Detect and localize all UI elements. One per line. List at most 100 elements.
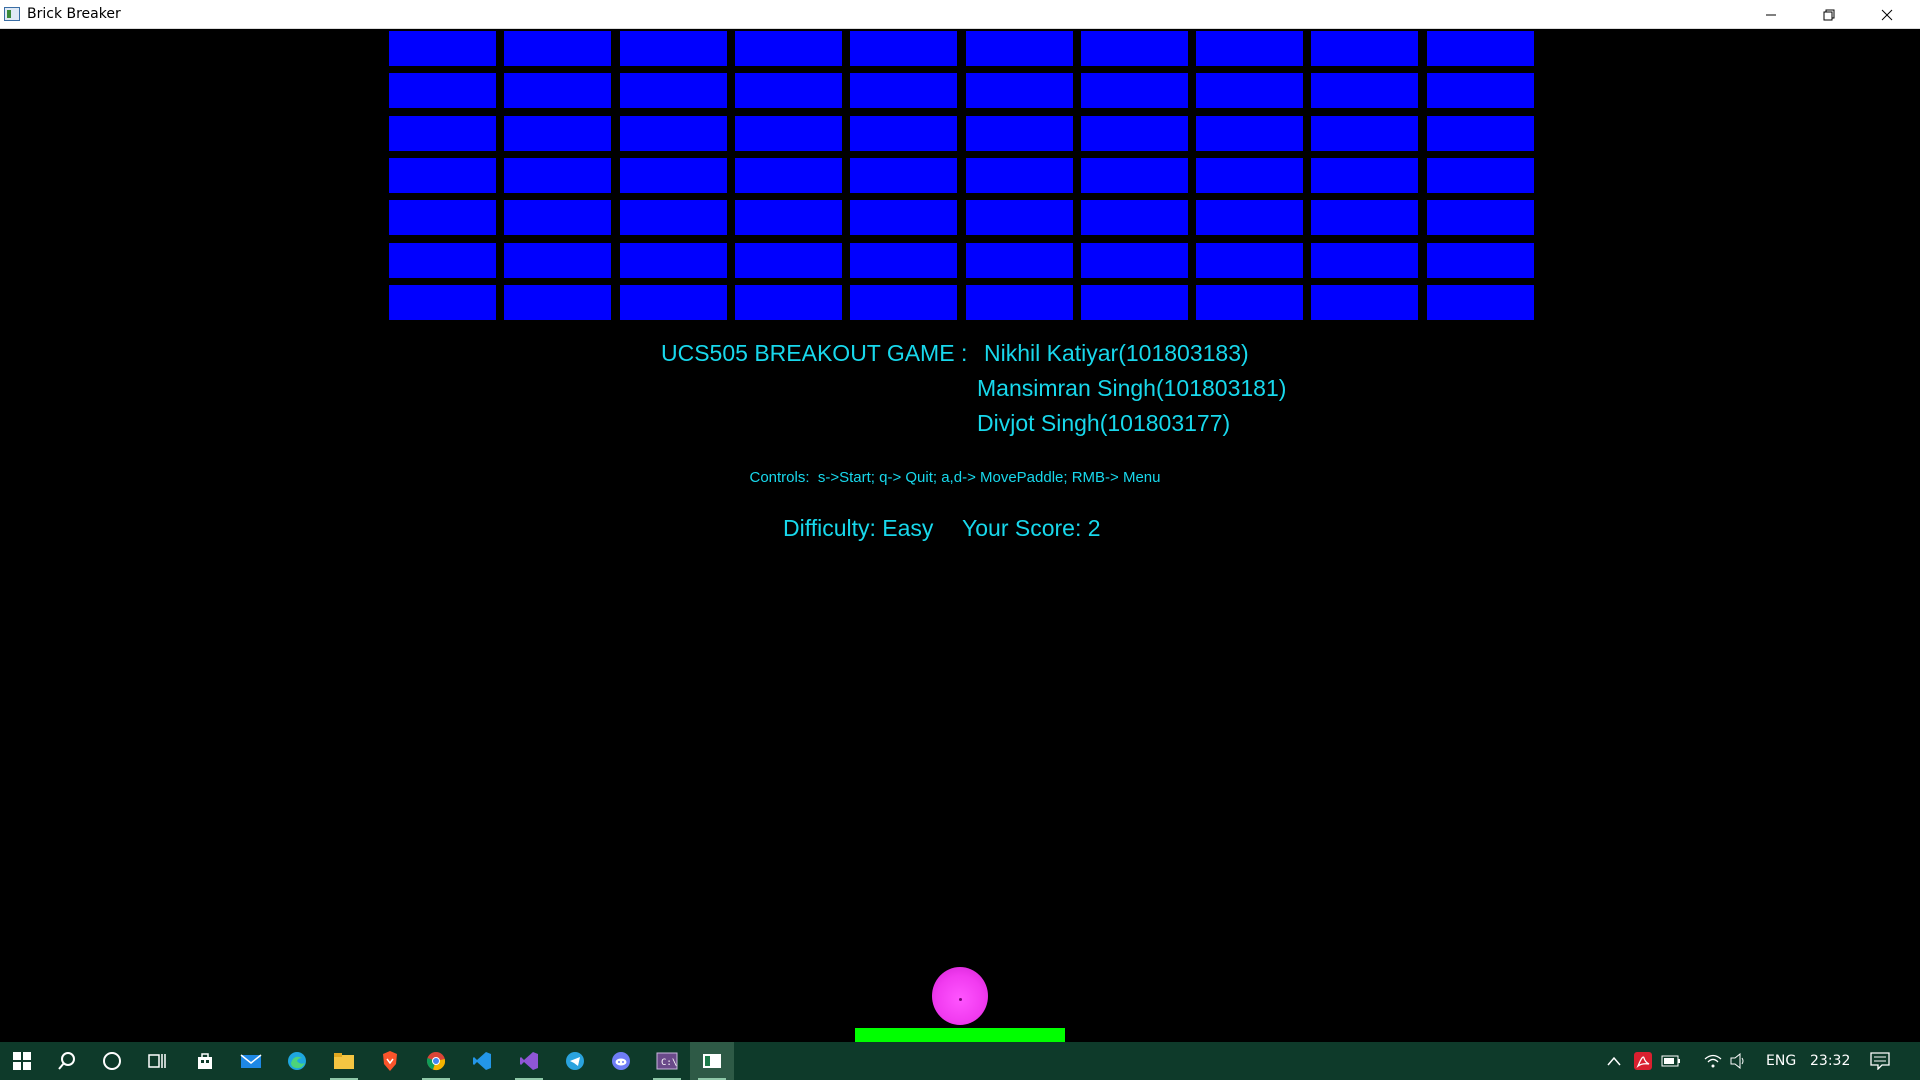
brick xyxy=(966,31,1073,66)
discord-icon xyxy=(612,1052,630,1070)
ball xyxy=(932,967,988,1025)
brick xyxy=(1081,31,1188,66)
brick xyxy=(620,158,727,193)
game-canvas[interactable]: UCS505 BREAKOUT GAME : Nikhil Katiyar(10… xyxy=(0,29,1920,1042)
taskbar-vscode[interactable] xyxy=(460,1042,504,1080)
credits-author-3: Divjot Singh(101803177) xyxy=(977,410,1231,436)
tray-acrobat[interactable] xyxy=(1630,1042,1656,1080)
brick xyxy=(735,243,842,278)
brick xyxy=(620,200,727,235)
brick xyxy=(735,116,842,151)
taskbar-brave[interactable] xyxy=(368,1042,412,1080)
visual-studio-icon xyxy=(520,1052,538,1070)
brick xyxy=(1196,158,1303,193)
brave-icon xyxy=(383,1051,397,1071)
taskbar-brick-breaker[interactable] xyxy=(690,1042,734,1080)
brick xyxy=(1081,285,1188,320)
chevron-up-icon xyxy=(1607,1056,1621,1066)
credits-author-1: Nikhil Katiyar(101803183) xyxy=(984,340,1249,366)
brick xyxy=(1311,285,1418,320)
brick xyxy=(504,158,611,193)
taskbar-console[interactable]: C:\ xyxy=(645,1042,689,1080)
brick xyxy=(1196,200,1303,235)
action-center-button[interactable] xyxy=(1860,1042,1900,1080)
brick xyxy=(620,73,727,108)
brick xyxy=(1081,116,1188,151)
taskbar-cortana[interactable] xyxy=(90,1042,134,1080)
tray-battery[interactable] xyxy=(1658,1042,1684,1080)
restore-button[interactable] xyxy=(1800,0,1858,29)
tray-network[interactable] xyxy=(1700,1042,1726,1080)
tray-volume[interactable] xyxy=(1726,1042,1752,1080)
brick xyxy=(1427,285,1534,320)
close-button[interactable] xyxy=(1858,0,1916,29)
brick xyxy=(1311,243,1418,278)
brick xyxy=(850,285,957,320)
window-title: Brick Breaker xyxy=(27,6,121,22)
brick xyxy=(850,200,957,235)
brick xyxy=(504,243,611,278)
brick xyxy=(1427,31,1534,66)
brick xyxy=(1196,285,1303,320)
controls-help: Controls: s->Start; q-> Quit; a,d-> Move… xyxy=(749,469,1161,486)
taskbar-mail[interactable] xyxy=(229,1042,273,1080)
mail-icon xyxy=(240,1054,262,1068)
brick xyxy=(1427,200,1534,235)
brick xyxy=(1427,158,1534,193)
brick xyxy=(1196,243,1303,278)
brick xyxy=(1081,158,1188,193)
paddle[interactable] xyxy=(855,1028,1065,1042)
brick xyxy=(1427,73,1534,108)
brick xyxy=(850,31,957,66)
minimize-button[interactable] xyxy=(1742,0,1800,29)
start-button[interactable] xyxy=(0,1042,44,1080)
taskbar-discord[interactable] xyxy=(599,1042,643,1080)
tray-clock[interactable]: 23:32 xyxy=(1810,1053,1850,1069)
taskbar-edge[interactable] xyxy=(275,1042,319,1080)
edge-icon xyxy=(288,1052,306,1070)
brick xyxy=(1081,73,1188,108)
brick xyxy=(620,116,727,151)
battery-icon xyxy=(1661,1055,1680,1067)
brick xyxy=(735,31,842,66)
tray-overflow[interactable] xyxy=(1602,1042,1626,1080)
brick xyxy=(966,285,1073,320)
taskbar-chrome[interactable] xyxy=(414,1042,458,1080)
brick xyxy=(735,285,842,320)
search-icon xyxy=(58,1052,75,1070)
brick xyxy=(389,200,496,235)
brick xyxy=(735,158,842,193)
taskbar-task-view[interactable] xyxy=(135,1042,179,1080)
brick xyxy=(620,31,727,66)
taskbar-store[interactable] xyxy=(183,1042,227,1080)
brick xyxy=(1427,243,1534,278)
close-icon xyxy=(1881,9,1893,20)
score-label: Your Score: 2 xyxy=(962,515,1101,541)
brick xyxy=(620,243,727,278)
wifi-icon xyxy=(1704,1054,1722,1068)
brick xyxy=(389,31,496,66)
app-icon xyxy=(4,7,20,21)
taskbar: C:\ ENG 23:32 xyxy=(0,1042,1920,1080)
brick xyxy=(966,158,1073,193)
taskbar-visual-studio[interactable] xyxy=(507,1042,551,1080)
acrobat-icon xyxy=(1634,1052,1652,1070)
brick xyxy=(504,200,611,235)
brick xyxy=(1196,31,1303,66)
brick xyxy=(504,285,611,320)
taskbar-search[interactable] xyxy=(45,1042,89,1080)
brick xyxy=(389,243,496,278)
brick xyxy=(389,158,496,193)
window-titlebar[interactable]: Brick Breaker xyxy=(0,0,1920,29)
brick xyxy=(504,73,611,108)
brick xyxy=(389,73,496,108)
taskbar-file-explorer[interactable] xyxy=(322,1042,366,1080)
taskbar-telegram[interactable] xyxy=(553,1042,597,1080)
tray-language[interactable]: ENG xyxy=(1766,1053,1796,1069)
credits-author-2: Mansimran Singh(101803181) xyxy=(977,375,1287,401)
restore-icon xyxy=(1823,9,1835,20)
telegram-icon xyxy=(566,1052,584,1070)
brick xyxy=(1311,31,1418,66)
difficulty-label: Difficulty: Easy xyxy=(783,515,934,541)
brick xyxy=(1081,200,1188,235)
